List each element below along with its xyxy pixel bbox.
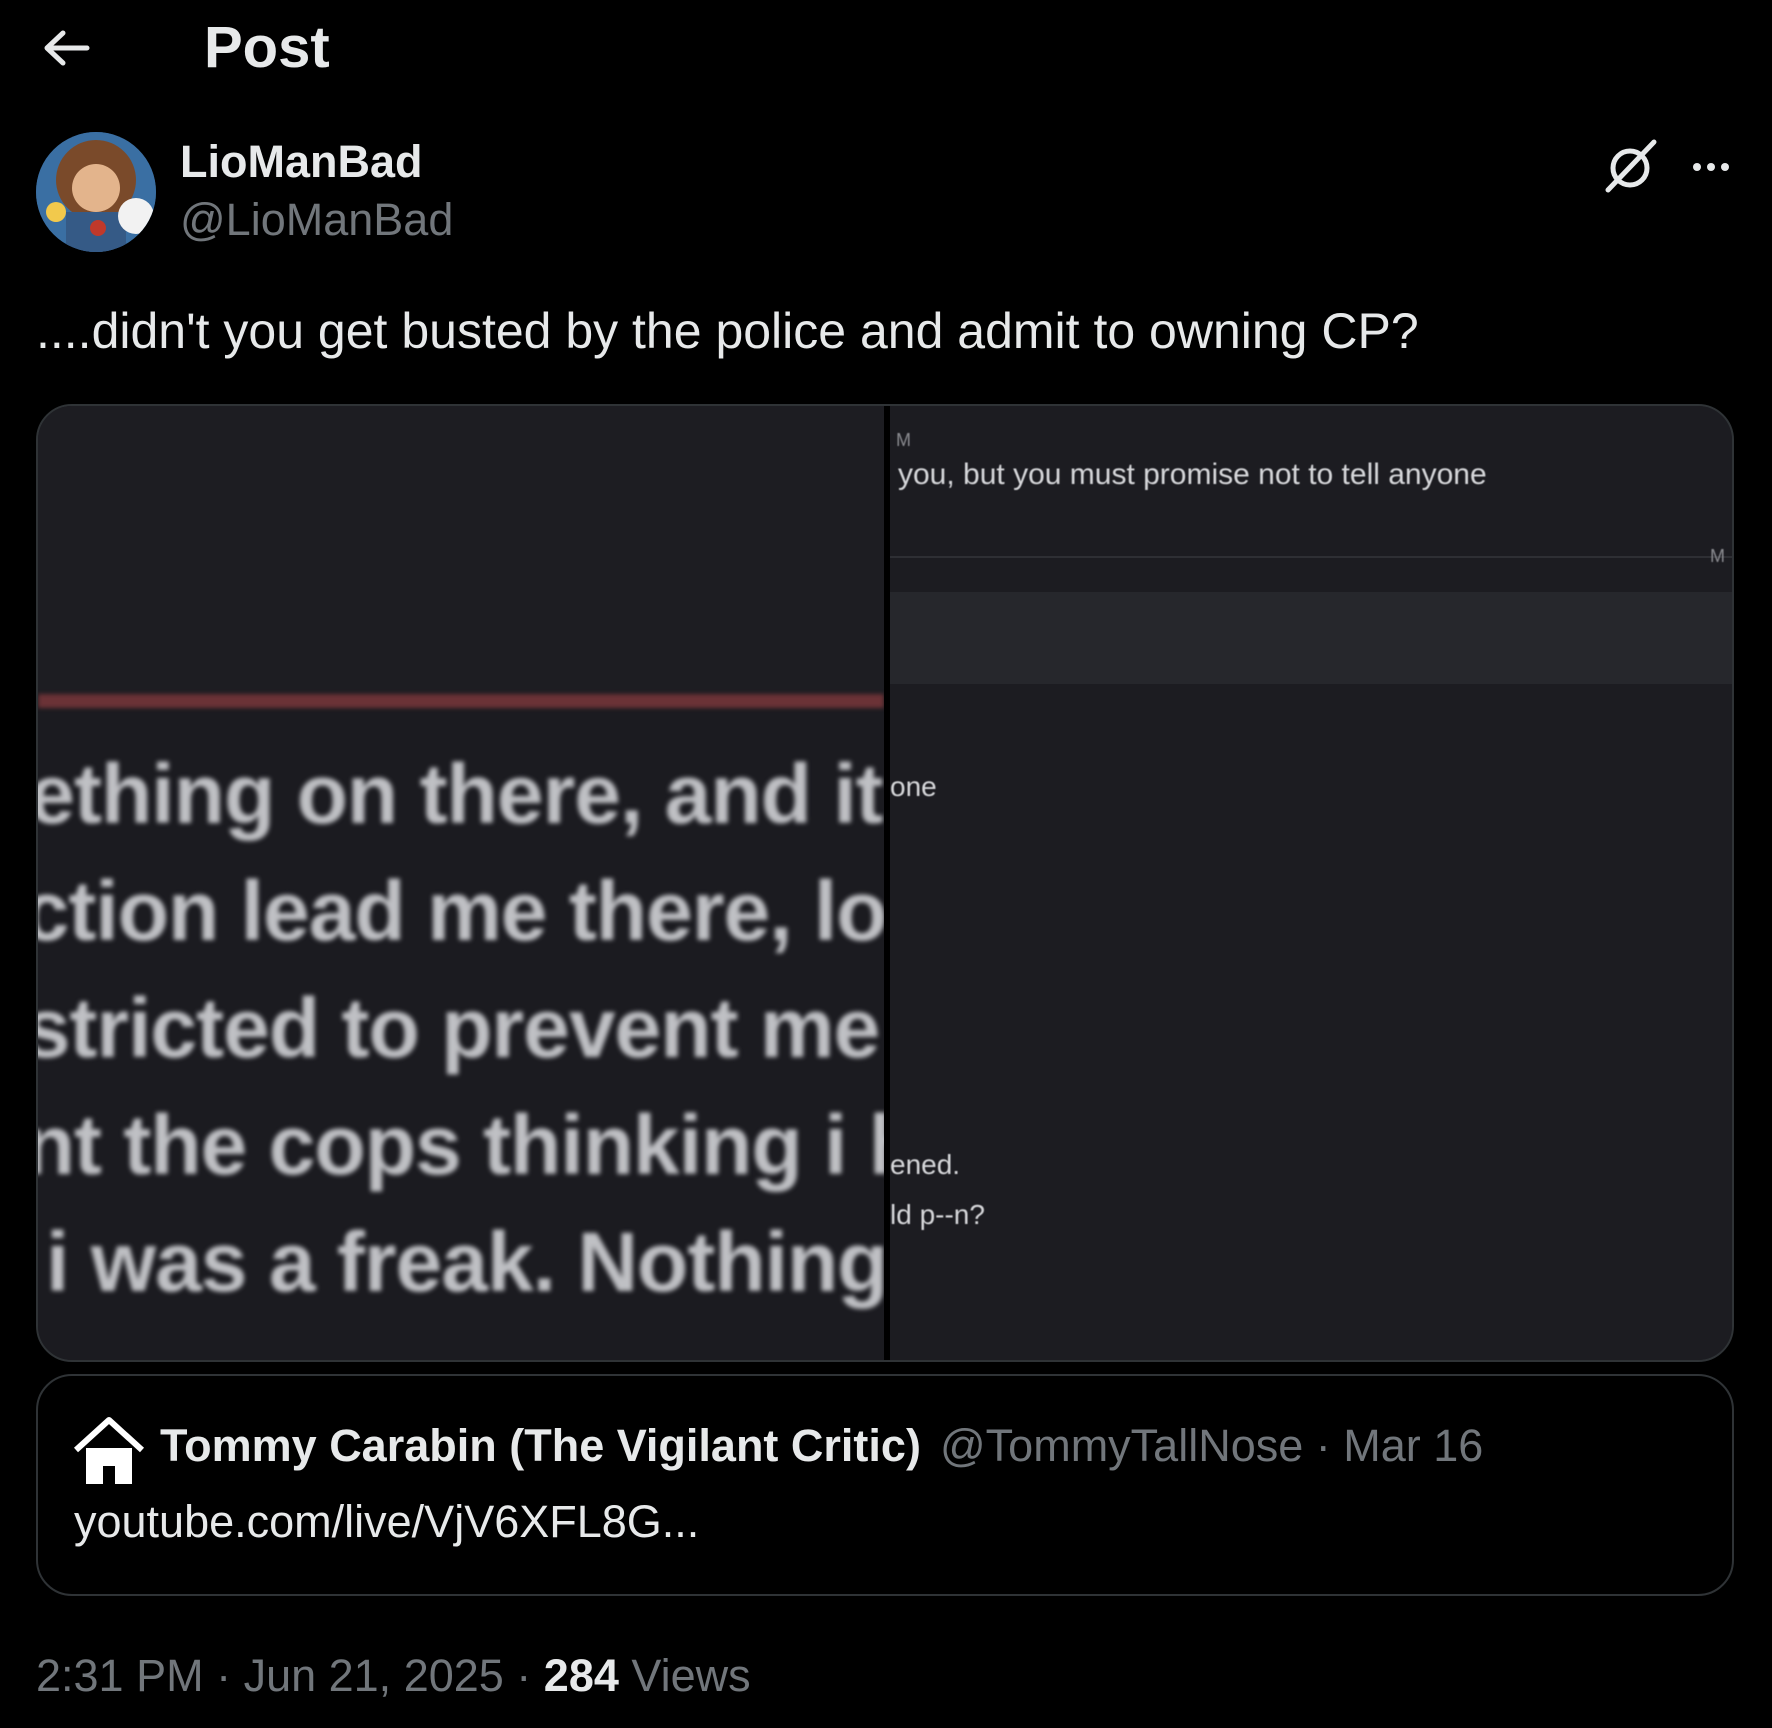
- post-text: ....didn't you get busted by the police …: [36, 303, 1419, 359]
- media-right-fragment: one: [890, 771, 937, 802]
- post-author: LioManBad @LioManBad: [36, 132, 1736, 256]
- quote-author-name: Tommy Carabin (The Vigilant Critic): [160, 1420, 921, 1471]
- media-left-line: nething on there, and it c: [38, 747, 884, 841]
- post-meta: 2:31 PM · Jun 21, 2025 · 284 Views: [36, 1650, 751, 1702]
- back-button[interactable]: [36, 18, 96, 78]
- media-red-line: [38, 694, 884, 708]
- media-image-left: nething on there, and it c liction lead …: [38, 406, 884, 1360]
- post-media[interactable]: nething on there, and it c liction lead …: [36, 404, 1734, 1362]
- media-left-text: nething on there, and it c liction lead …: [38, 736, 884, 1321]
- media-right-line: you, but you must promise not to tell an…: [898, 458, 1487, 491]
- media-right-marker: M: [1710, 546, 1725, 566]
- post-timestamp[interactable]: 2:31 PM · Jun 21, 2025 ·: [36, 1650, 544, 1701]
- quote-text: youtube.com/live/VjV6XFL8G...: [74, 1496, 700, 1547]
- media-left-line: k i was a freak. Nothing i: [38, 1215, 884, 1309]
- media-right-band: [890, 592, 1732, 684]
- house-icon: [73, 1417, 145, 1484]
- author-handle[interactable]: @LioManBad: [180, 194, 453, 246]
- media-left-line: ant the cops thinking i h: [38, 1098, 884, 1192]
- quote-avatar[interactable]: [72, 1414, 146, 1488]
- views-label: Views: [618, 1650, 751, 1701]
- views-count: 284: [543, 1650, 619, 1701]
- media-right-marker: M: [896, 430, 911, 450]
- grok-icon: [1605, 139, 1657, 193]
- more-dots-icon: [1690, 158, 1732, 176]
- quote-author-handle-date: @TommyTallNose · Mar 16: [940, 1420, 1484, 1471]
- author-display-name[interactable]: LioManBad: [180, 136, 423, 188]
- arrow-left-icon: [44, 30, 90, 66]
- media-right-fragment: ened.: [890, 1149, 961, 1180]
- more-options-button[interactable]: [1676, 132, 1746, 202]
- media-right-fragment: ld p--n?: [890, 1199, 985, 1230]
- quoted-post[interactable]: Tommy Carabin (The Vigilant Critic) @Tom…: [36, 1374, 1734, 1596]
- media-image-right: M you, but you must promise not to tell …: [890, 406, 1732, 1360]
- media-left-line: estricted to prevent me t: [38, 981, 884, 1075]
- avatar[interactable]: [36, 132, 156, 252]
- media-right-hline: [890, 556, 1732, 558]
- page-title: Post: [204, 15, 330, 80]
- media-left-line: liction lead me there, lo: [38, 864, 884, 958]
- grok-button[interactable]: [1596, 132, 1666, 202]
- top-bar: Post: [0, 0, 1772, 100]
- media-dark-band: [38, 406, 884, 694]
- avatar-image: [36, 132, 156, 252]
